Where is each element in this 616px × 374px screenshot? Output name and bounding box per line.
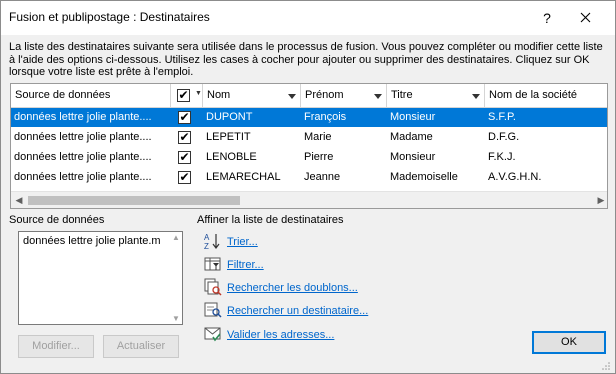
col-header-nom[interactable]: Nom xyxy=(203,84,301,108)
col-header-societe[interactable]: Nom de la société xyxy=(485,84,607,108)
find-duplicates-link[interactable]: Rechercher les doublons... xyxy=(227,282,358,294)
help-button[interactable]: ? xyxy=(534,7,560,29)
cell-titre: Monsieur xyxy=(390,111,436,123)
validate-addresses-icon xyxy=(204,327,221,342)
row-checkbox[interactable]: ✔ xyxy=(178,131,191,144)
resize-grip-icon[interactable] xyxy=(601,361,611,371)
cell-nom: DUPONT xyxy=(206,111,253,123)
cell-prenom: Marie xyxy=(304,131,332,143)
close-icon xyxy=(580,12,590,23)
cell-titre: Monsieur xyxy=(390,151,436,163)
col-header-prenom[interactable]: Prénom xyxy=(301,84,387,108)
find-duplicates-icon xyxy=(204,278,222,296)
table-row[interactable]: données lettre jolie plante.... ✔ LEPETI… xyxy=(11,128,607,147)
cell-source: données lettre jolie plante.... xyxy=(14,111,152,123)
cell-nom: LEPETIT xyxy=(206,131,251,143)
cell-titre: Mademoiselle xyxy=(390,171,458,183)
cell-source: données lettre jolie plante.... xyxy=(14,171,152,183)
modify-button[interactable]: Modifier... xyxy=(18,335,94,358)
sort-az-icon: A Z xyxy=(204,233,220,250)
find-recipient-icon xyxy=(204,302,222,318)
dropdown-arrow-icon[interactable] xyxy=(472,94,480,99)
datasource-list-item[interactable]: données lettre jolie plante.m xyxy=(23,235,161,247)
refresh-button[interactable]: Actualiser xyxy=(103,335,179,358)
filter-link[interactable]: Filtrer... xyxy=(227,259,264,271)
cell-source: données lettre jolie plante.... xyxy=(14,151,152,163)
title-bar: Fusion et publipostage : Destinataires ? xyxy=(1,1,615,35)
description-text: La liste des destinataires suivante sera… xyxy=(9,41,603,79)
window-title: Fusion et publipostage : Destinataires xyxy=(9,10,210,24)
horizontal-scrollbar[interactable]: ◀ ▶ xyxy=(11,191,607,208)
col-header-titre[interactable]: Titre xyxy=(387,84,485,108)
scroll-thumb[interactable] xyxy=(28,196,240,205)
scroll-left-icon[interactable]: ◀ xyxy=(12,194,26,207)
scroll-up-icon[interactable]: ▲ xyxy=(172,233,180,242)
close-button[interactable] xyxy=(572,7,598,29)
validate-addresses-link[interactable]: Valider les adresses... xyxy=(227,329,334,341)
filter-icon xyxy=(204,257,221,271)
datasource-listbox[interactable]: données lettre jolie plante.m ▲ ▼ xyxy=(18,231,183,325)
cell-societe: F.K.J. xyxy=(488,151,516,163)
cell-titre: Madame xyxy=(390,131,433,143)
select-all-checkbox[interactable]: ✔ xyxy=(177,89,190,102)
dropdown-arrow-icon[interactable] xyxy=(374,94,382,99)
row-checkbox[interactable]: ✔ xyxy=(178,151,191,164)
svg-text:A: A xyxy=(204,233,210,242)
scroll-right-icon[interactable]: ▶ xyxy=(594,194,607,207)
cell-societe: D.F.G. xyxy=(488,131,520,143)
mail-merge-recipients-dialog: Fusion et publipostage : Destinataires ?… xyxy=(0,0,616,374)
sort-link[interactable]: Trier... xyxy=(227,236,258,248)
cell-nom: LENOBLE xyxy=(206,151,257,163)
find-recipient-link[interactable]: Rechercher un destinataire... xyxy=(227,305,368,317)
cell-source: données lettre jolie plante.... xyxy=(14,131,152,143)
header-dropdown-arrow-icon[interactable]: ▼ xyxy=(195,90,202,97)
refine-section-label: Affiner la liste de destinataires xyxy=(197,214,344,226)
recipients-grid: Source de données ✔ ▼ Nom Prénom Titre N… xyxy=(10,83,608,209)
col-header-checkbox[interactable]: ✔ ▼ xyxy=(171,84,203,108)
svg-text:Z: Z xyxy=(204,242,209,250)
table-row[interactable]: données lettre jolie plante.... ✔ LEMARE… xyxy=(11,168,607,187)
cell-prenom: Jeanne xyxy=(304,171,341,183)
scroll-down-icon[interactable]: ▼ xyxy=(172,314,180,323)
ok-button[interactable]: OK xyxy=(532,331,606,354)
grid-header: Source de données ✔ ▼ Nom Prénom Titre N… xyxy=(11,84,607,108)
table-row[interactable]: données lettre jolie plante.... ✔ DUPONT… xyxy=(11,108,607,127)
cell-nom: LEMARECHAL xyxy=(206,171,281,183)
col-header-source[interactable]: Source de données xyxy=(11,84,171,108)
table-row[interactable]: données lettre jolie plante.... ✔ LENOBL… xyxy=(11,148,607,167)
row-checkbox[interactable]: ✔ xyxy=(178,171,191,184)
cell-societe: A.V.G.H.N. xyxy=(488,171,542,183)
dropdown-arrow-icon[interactable] xyxy=(288,94,296,99)
cell-prenom: François xyxy=(304,111,347,123)
row-checkbox[interactable]: ✔ xyxy=(178,111,191,124)
datasource-scrollbar[interactable]: ▲ ▼ xyxy=(170,232,182,324)
cell-prenom: Pierre xyxy=(304,151,334,163)
datasource-section-label: Source de données xyxy=(9,214,105,226)
cell-societe: S.F.P. xyxy=(488,111,516,123)
